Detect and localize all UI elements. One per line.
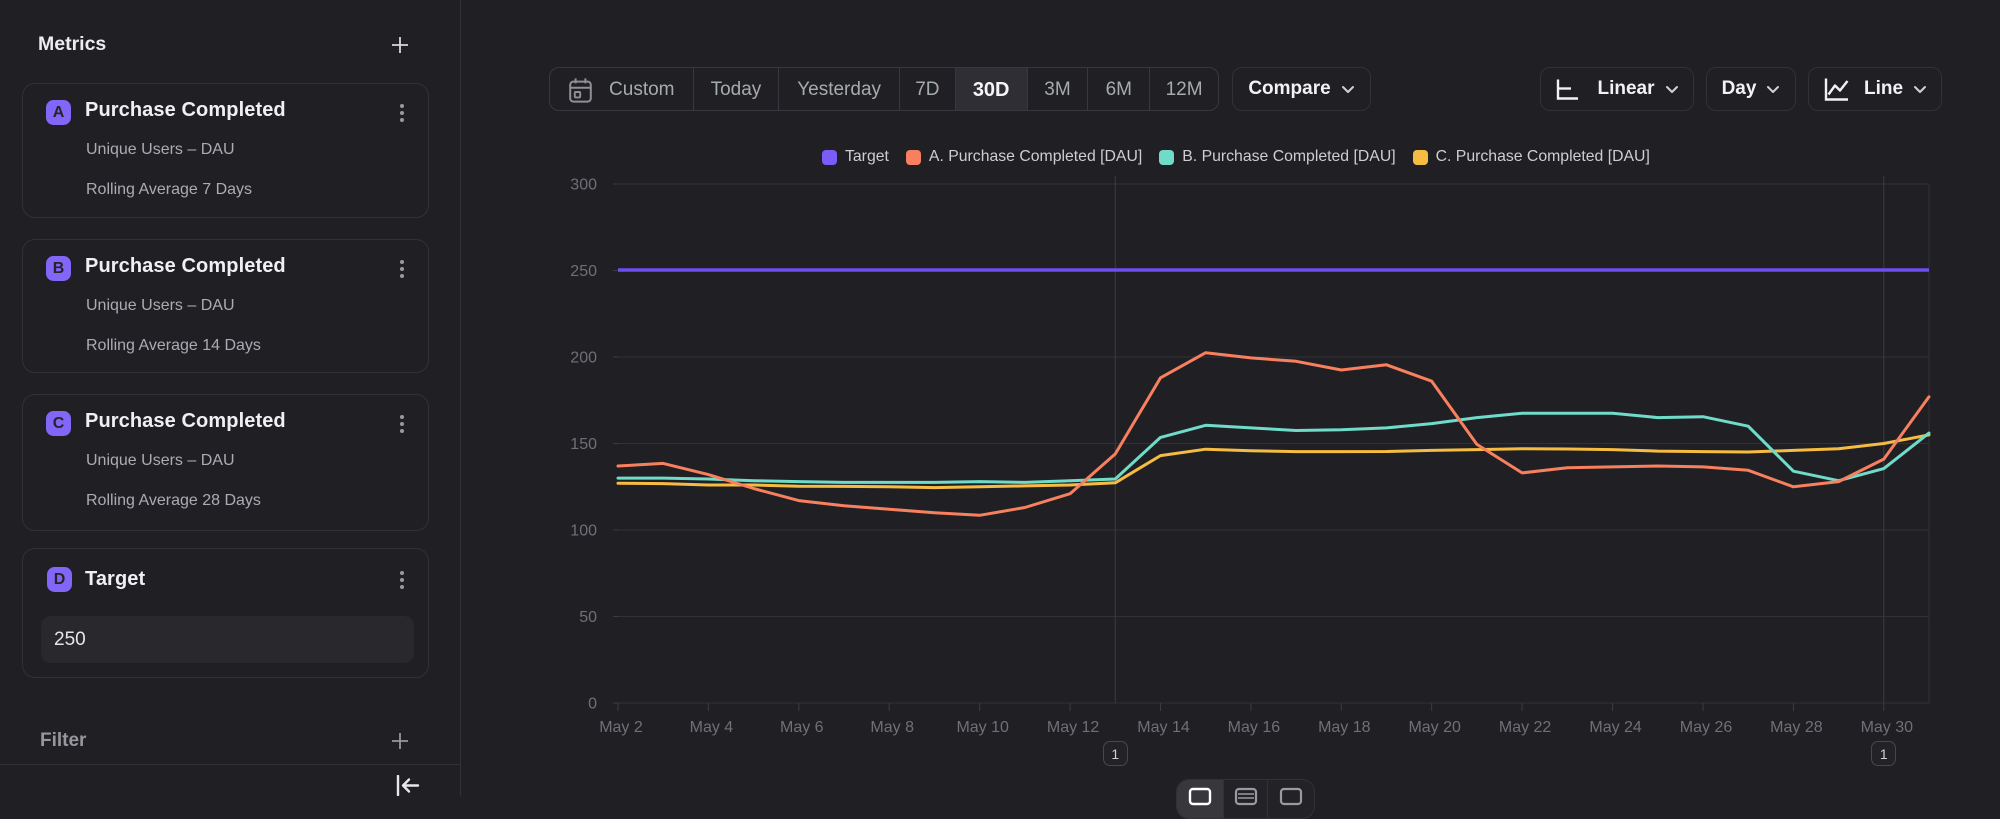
svg-text:250: 250 <box>570 263 597 280</box>
svg-text:May 6: May 6 <box>780 719 824 736</box>
svg-text:May 14: May 14 <box>1137 719 1190 736</box>
svg-text:May 18: May 18 <box>1318 719 1371 736</box>
svg-text:0: 0 <box>588 696 597 713</box>
svg-text:May 8: May 8 <box>870 719 914 736</box>
svg-text:May 28: May 28 <box>1770 719 1823 736</box>
svg-text:May 2: May 2 <box>599 719 643 736</box>
svg-text:150: 150 <box>570 436 597 453</box>
svg-text:300: 300 <box>570 177 597 194</box>
svg-text:May 26: May 26 <box>1680 719 1733 736</box>
svg-text:May 12: May 12 <box>1047 719 1100 736</box>
svg-text:200: 200 <box>570 350 597 367</box>
svg-text:May 24: May 24 <box>1589 719 1642 736</box>
svg-text:May 4: May 4 <box>690 719 734 736</box>
svg-text:May 20: May 20 <box>1408 719 1461 736</box>
svg-text:May 30: May 30 <box>1861 719 1914 736</box>
svg-text:May 10: May 10 <box>956 719 1009 736</box>
svg-text:May 16: May 16 <box>1228 719 1281 736</box>
svg-text:May 22: May 22 <box>1499 719 1552 736</box>
svg-text:50: 50 <box>579 609 597 626</box>
svg-text:100: 100 <box>570 523 597 540</box>
